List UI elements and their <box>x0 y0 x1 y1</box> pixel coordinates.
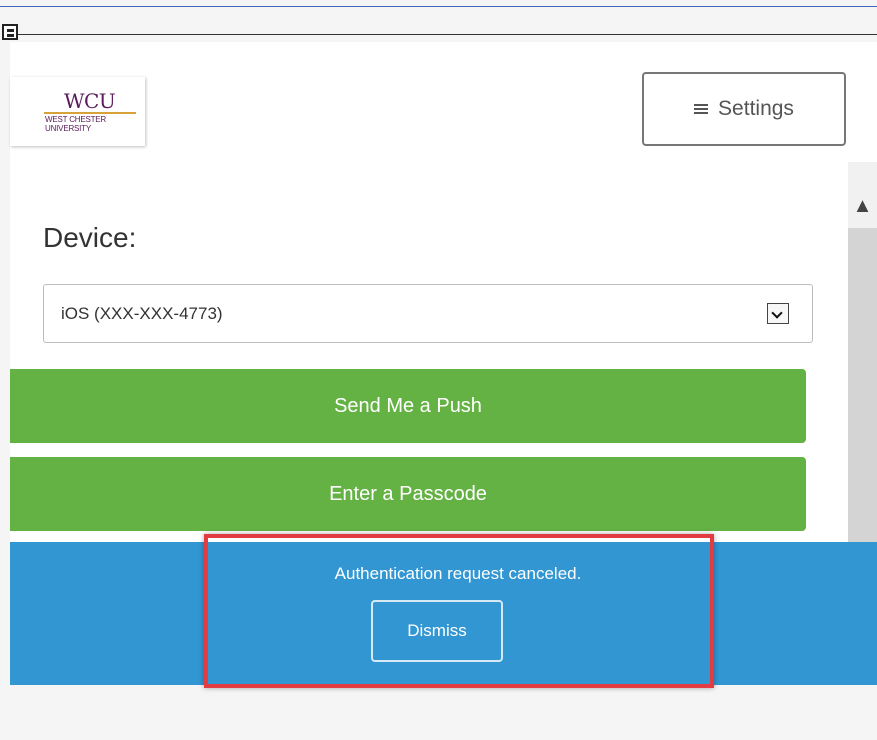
dismiss-button[interactable]: Dismiss <box>371 600 503 662</box>
scrollbar-thumb[interactable] <box>848 228 877 542</box>
device-label: Device: <box>43 222 137 253</box>
chevron-down-icon[interactable] <box>767 303 789 324</box>
settings-button[interactable]: Settings <box>642 72 846 146</box>
logo-subtitle-line-1: WEST CHESTER <box>45 116 107 124</box>
notification-message: Authentication request canceled. <box>334 564 582 583</box>
window-frame-icon <box>2 24 18 40</box>
scroll-up-icon[interactable]: ▲ <box>848 193 877 219</box>
logo-subtitle-line-2: UNIVERSITY <box>45 125 92 133</box>
menu-icon <box>694 104 709 114</box>
logo-underline <box>44 112 136 114</box>
window-frame-line <box>18 34 877 35</box>
top-border <box>0 6 877 7</box>
logo-text: WCU <box>64 89 116 113</box>
device-select[interactable]: iOS (XXX-XXX-4773) <box>43 284 813 343</box>
send-push-button[interactable]: Send Me a Push <box>10 369 806 443</box>
device-selected-value: iOS (XXX-XXX-4773) <box>61 303 223 323</box>
enter-passcode-button[interactable]: Enter a Passcode <box>10 457 806 531</box>
settings-label: Settings <box>718 97 794 120</box>
